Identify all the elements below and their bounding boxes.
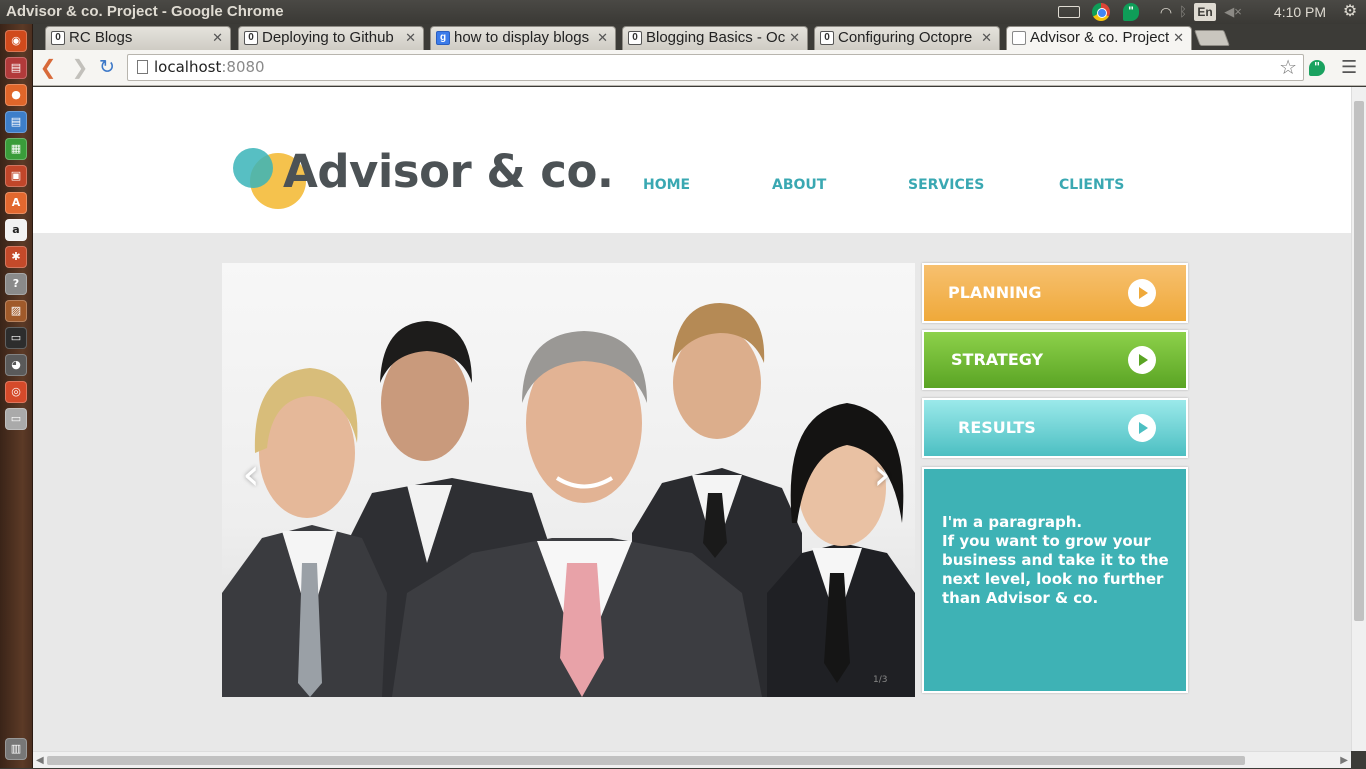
terminal-icon[interactable]: ▭ — [5, 327, 27, 349]
impress-icon[interactable]: ▣ — [5, 165, 27, 187]
site-logo[interactable]: Advisor & co. — [283, 145, 614, 198]
gimp-icon[interactable]: ◕ — [5, 354, 27, 376]
info-box: I'm a paragraph. If you want to grow your… — [922, 467, 1188, 693]
tab-label: Deploying to Github — [262, 29, 394, 46]
site-header: Advisor & co. HOME ABOUT SERVICES CLIENT… — [33, 87, 1351, 233]
ubuntu-top-panel: Advisor & co. Project - Google Chrome " … — [0, 0, 1366, 24]
close-icon[interactable]: ✕ — [405, 27, 416, 49]
results-label: RESULTS — [958, 418, 1036, 437]
hangouts-extension-icon[interactable]: " — [1309, 60, 1325, 76]
settings-icon[interactable]: ✱ — [5, 246, 27, 268]
page-icon — [1012, 31, 1026, 45]
hangouts-icon[interactable]: " — [1123, 3, 1139, 21]
hero-slider: ‹ › 1/3 — [222, 263, 915, 697]
address-bar[interactable]: localhost:8080 ☆ — [127, 54, 1304, 81]
page-viewport: Advisor & co. HOME ABOUT SERVICES CLIENT… — [33, 87, 1351, 751]
tab-rc-blogs[interactable]: 0 RC Blogs ✕ — [45, 26, 231, 50]
calc-icon[interactable]: ▦ — [5, 138, 27, 160]
strategy-button[interactable]: STRATEGY — [922, 330, 1188, 390]
scrollbar-thumb[interactable] — [47, 756, 1245, 765]
clock[interactable]: 4:10 PM — [1270, 3, 1330, 21]
gear-icon[interactable]: ⚙ — [1340, 3, 1360, 21]
url-text: localhost:8080 — [154, 55, 265, 80]
logo-circle-teal — [233, 148, 273, 188]
tab-label: how to display blogs — [454, 29, 590, 46]
dash-icon[interactable]: ◉ — [5, 30, 27, 52]
vertical-scrollbar[interactable] — [1351, 87, 1366, 751]
slider-next-button[interactable]: › — [867, 453, 897, 503]
close-icon[interactable]: ✕ — [1173, 27, 1184, 49]
files-icon[interactable]: ▤ — [5, 57, 27, 79]
window-title: Advisor & co. Project - Google Chrome — [6, 3, 284, 20]
wifi-icon[interactable]: ◠ — [1155, 3, 1177, 21]
chrome-launcher-icon[interactable]: ◎ — [5, 381, 27, 403]
play-icon — [1128, 279, 1156, 307]
tab-deploying-to-github[interactable]: 0 Deploying to Github ✕ — [238, 26, 424, 50]
nav-services[interactable]: SERVICES — [908, 177, 984, 193]
url-host: localhost — [154, 58, 222, 76]
close-icon[interactable]: ✕ — [212, 27, 223, 49]
team-photo — [222, 303, 915, 697]
tab-label: Blogging Basics - Oc — [646, 29, 785, 46]
photos-icon[interactable]: ▨ — [5, 300, 27, 322]
page-icon — [137, 60, 148, 74]
nav-clients[interactable]: CLIENTS — [1059, 177, 1124, 193]
chrome-icon[interactable] — [1092, 3, 1110, 21]
scroll-right-icon[interactable]: ▶ — [1340, 752, 1348, 769]
play-icon — [1128, 346, 1156, 374]
octopress-icon: 0 — [244, 31, 258, 45]
close-icon[interactable]: ✕ — [789, 27, 800, 49]
info-paragraph: I'm a paragraph. If you want to grow your… — [942, 513, 1172, 608]
strategy-label: STRATEGY — [951, 350, 1044, 369]
planning-label: PLANNING — [948, 283, 1042, 302]
help-icon[interactable]: ? — [5, 273, 27, 295]
close-icon[interactable]: ✕ — [597, 27, 608, 49]
tab-how-to-display-blogs[interactable]: g how to display blogs ✕ — [430, 26, 616, 50]
tab-label: RC Blogs — [69, 29, 133, 46]
volume-icon[interactable]: ◀× — [1223, 3, 1243, 21]
amazon-icon[interactable]: a — [5, 219, 27, 241]
unity-launcher: ◉ ▤ ● ▤ ▦ ▣ A a ✱ ? ▨ ▭ ◕ ◎ ▭ ▥ — [0, 24, 33, 768]
software-center-icon[interactable]: A — [5, 192, 27, 214]
firefox-icon[interactable]: ● — [5, 84, 27, 106]
bluetooth-icon[interactable]: ᛒ — [1178, 3, 1188, 21]
octopress-icon: 0 — [51, 31, 65, 45]
slide-counter: 1/3 — [873, 675, 888, 685]
close-icon[interactable]: ✕ — [981, 27, 992, 49]
language-indicator[interactable]: En — [1194, 3, 1216, 21]
google-icon: g — [436, 31, 450, 45]
horizontal-scrollbar[interactable]: ◀ ▶ — [33, 751, 1351, 768]
tab-blogging-basics[interactable]: 0 Blogging Basics - Oc ✕ — [622, 26, 808, 50]
tab-advisor-project[interactable]: Advisor & co. Project ✕ — [1006, 26, 1192, 51]
new-tab-button[interactable] — [1194, 30, 1230, 46]
menu-icon[interactable]: ☰ — [1341, 57, 1357, 78]
keyboard-icon[interactable] — [1058, 6, 1080, 18]
back-arrow-icon[interactable]: ❮ — [37, 56, 59, 78]
scrollbar-thumb[interactable] — [1354, 101, 1364, 621]
tab-configuring-octopress[interactable]: 0 Configuring Octopre ✕ — [814, 26, 1000, 50]
bookmark-star-icon[interactable]: ☆ — [1279, 55, 1297, 80]
trash-icon[interactable]: ▥ — [5, 738, 27, 760]
nav-home[interactable]: HOME — [643, 177, 690, 193]
forward-arrow-icon[interactable]: ❯ — [69, 56, 91, 78]
tab-label: Advisor & co. Project — [1030, 29, 1169, 46]
url-port: :8080 — [221, 58, 265, 76]
tab-label: Configuring Octopre — [838, 29, 973, 46]
writer-icon[interactable]: ▤ — [5, 111, 27, 133]
results-button[interactable]: RESULTS — [922, 398, 1188, 458]
slider-prev-button[interactable]: ‹ — [236, 453, 266, 503]
tab-strip: 0 RC Blogs ✕ 0 Deploying to Github ✕ g h… — [33, 24, 1366, 51]
planning-button[interactable]: PLANNING — [922, 263, 1188, 323]
scroll-left-icon[interactable]: ◀ — [36, 752, 44, 769]
browser-toolbar: ❮ ❯ ↻ localhost:8080 ☆ " ☰ — [33, 50, 1366, 86]
paragraph-body: If you want to grow your business and ta… — [942, 532, 1169, 607]
octopress-icon: 0 — [820, 31, 834, 45]
workspace-icon[interactable]: ▭ — [5, 408, 27, 430]
reload-icon[interactable]: ↻ — [96, 56, 118, 78]
octopress-icon: 0 — [628, 31, 642, 45]
paragraph-title: I'm a paragraph. — [942, 513, 1083, 531]
nav-about[interactable]: ABOUT — [772, 177, 826, 193]
play-icon — [1128, 414, 1156, 442]
